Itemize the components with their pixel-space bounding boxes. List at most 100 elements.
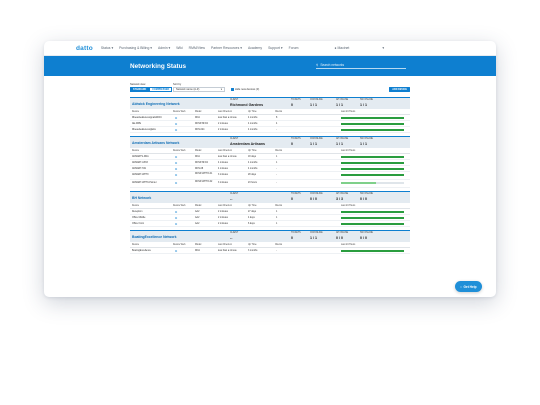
network-header: Aldwick Engineering Network CLIENT Richmon… (130, 97, 410, 109)
user-menu[interactable]: ● Macinet (334, 46, 349, 50)
external-link-icon[interactable]: ⧉ (175, 181, 177, 185)
column-header: Device Web (173, 149, 186, 152)
view-standard-button[interactable]: STANDARD (130, 87, 150, 92)
top-nav: datto Status ▾ Purchasing & Billing ▾ Ad… (44, 41, 496, 56)
metric-label-client: CLIENT (230, 193, 239, 196)
nav-admin[interactable]: Admin ▾ (158, 46, 170, 50)
nav-rmm[interactable]: RMM/View (189, 46, 205, 50)
nav-support[interactable]: Support ▾ (268, 46, 283, 50)
column-header: Device Web (173, 204, 186, 207)
network-section: BoatingExcellence Network CLIENT -- TICKETS… (130, 230, 410, 254)
metric-value-tickets: 0 (291, 142, 293, 146)
external-link-icon[interactable]: ⧉ (175, 122, 177, 126)
device-model: DNSP-WPTO-01 (195, 172, 213, 175)
column-header: Device (132, 149, 140, 152)
checkbox-icon (231, 87, 234, 91)
nav-wiki[interactable]: Wiki (176, 46, 182, 50)
column-header: Device (132, 243, 140, 246)
network-name[interactable]: BoatingExcellence Network (132, 235, 176, 239)
uptime: 3 months (248, 249, 258, 252)
external-link-icon[interactable]: ⧉ (175, 167, 177, 171)
external-link-icon[interactable]: ⧉ (175, 155, 177, 159)
client-count: - (276, 181, 277, 184)
uptime: 4 months (248, 116, 258, 119)
metric-value-ap: 1 / 1 (336, 142, 343, 146)
external-link-icon[interactable]: ⧉ (175, 222, 177, 226)
page-banner: Networking Status ⚲ Search networks (44, 56, 496, 76)
hide-new-devices-checkbox[interactable]: Hide new devices (3) (231, 87, 259, 91)
device-name: AE-WPE (132, 122, 142, 125)
metric-label-online: ON/ONLINE (310, 232, 323, 235)
nav-label: Partner Resources (211, 46, 240, 50)
nav-purchasing[interactable]: Purchasing & Billing ▾ (119, 46, 152, 50)
device-model: AA2 (195, 222, 200, 225)
network-name[interactable]: BH Network (132, 196, 151, 200)
metric-label-ap: AP ONLINE (336, 232, 349, 235)
device-name: Rbeaubeallenvesignalst0004 (132, 116, 162, 119)
chevron-down-icon[interactable]: ▾ (382, 46, 384, 50)
sort-select[interactable]: Network name (A-Z) ▾ (173, 87, 225, 92)
network-name[interactable]: Aldwick Engineering Network (132, 102, 180, 106)
metric-label-tickets: TICKETS (291, 138, 301, 141)
external-link-icon[interactable]: ⧉ (175, 128, 177, 132)
uptime-bar-fill (341, 210, 404, 214)
network-section: Amsterdam Artisans Network CLIENT Amsterda… (130, 136, 410, 188)
external-link-icon[interactable]: ⧉ (175, 173, 177, 177)
column-header: Last Check-in (218, 243, 233, 246)
last-checkin: 2 minutes (218, 128, 228, 131)
device-model: DNS-08 (195, 167, 204, 170)
table-row[interactable]: Office Front ⧉ AA2 2 minutes 6 days 1 (130, 221, 410, 227)
search-input[interactable]: ⚲ Search networks (316, 62, 406, 69)
network-header: BoatingExcellence Network CLIENT -- TICKETS… (130, 230, 410, 242)
table-row[interactable]: Rbeaudeallenvesiglabs ⧉ DNS-024 2 minutes 4 … (130, 127, 410, 133)
column-header: Clients (275, 149, 283, 152)
column-header: Last Check-in (218, 149, 233, 152)
uptime-bar-fill (341, 216, 404, 220)
metric-label-switch: SW ONLINE (360, 193, 373, 196)
metric-value-switch: 1 / 1 (360, 142, 367, 146)
last-checkin: 2 minutes (218, 222, 228, 225)
nav-status[interactable]: Status ▾ (101, 46, 113, 50)
table-row[interactable]: AMSART-WPT0 ⧉ DNSP-WPTO-01 3 minutes 28 days… (130, 172, 410, 180)
metric-value-ap: 3 / 3 (336, 197, 343, 201)
device-model: DNA (195, 249, 200, 252)
device-name: AMSART-WPT0-Pointer (132, 181, 157, 184)
external-link-icon[interactable]: ⧉ (175, 249, 177, 253)
external-link-icon[interactable]: ⧉ (175, 216, 177, 220)
device-name: Office Front (132, 222, 144, 225)
table-row[interactable]: BoatingExcellence ⧉ DNA less than a minute 3… (130, 248, 410, 254)
get-help-button[interactable]: ○ Get Help (455, 281, 482, 292)
chat-icon: ○ (460, 284, 462, 289)
add-device-button[interactable]: ADD DEVICE (389, 87, 410, 92)
client-count: 1 (276, 210, 278, 213)
main-content: Network view STANDARD COMPRESSED Sort by… (44, 76, 496, 254)
client-count: 4 (276, 122, 278, 125)
nav-forum[interactable]: Forum (289, 46, 299, 50)
metric-label-client: CLIENT (230, 232, 239, 235)
column-header: Last 24 Hours (341, 110, 356, 113)
uptime: 4 months (248, 167, 258, 170)
view-compressed-button[interactable]: COMPRESSED (149, 87, 173, 92)
device-name: BoatingExcellence (132, 249, 151, 252)
last-checkin: 2 minutes (218, 216, 228, 219)
nav-academy[interactable]: Academy (248, 46, 262, 50)
last-checkin: 2 minutes (218, 210, 228, 213)
client-count: 1 (276, 216, 278, 219)
device-name: AMSARTS-DNA (132, 155, 149, 158)
uptime-bar-fill (341, 167, 404, 171)
network-header: Amsterdam Artisans Network CLIENT Amsterda… (130, 136, 410, 148)
table-row[interactable]: AMSART-WPT0-Pointer ⧉ DNSP-WPTO-02 3 minute… (130, 180, 410, 188)
search-icon: ⚲ (316, 63, 319, 67)
client-count: - (276, 167, 277, 170)
nav-partner[interactable]: Partner Resources ▾ (211, 46, 242, 50)
external-link-icon[interactable]: ⧉ (175, 161, 177, 165)
metric-value-online: 0 / 0 (310, 197, 317, 201)
network-name[interactable]: Amsterdam Artisans Network (132, 141, 179, 145)
metric-value-online: 1 / 1 (310, 142, 317, 146)
column-header: Device Web (173, 110, 186, 113)
device-name: Office Middle (132, 216, 146, 219)
datto-logo[interactable]: datto (76, 45, 93, 52)
uptime-bar-fill (341, 222, 404, 226)
external-link-icon[interactable]: ⧉ (175, 210, 177, 214)
external-link-icon[interactable]: ⧉ (175, 116, 177, 120)
